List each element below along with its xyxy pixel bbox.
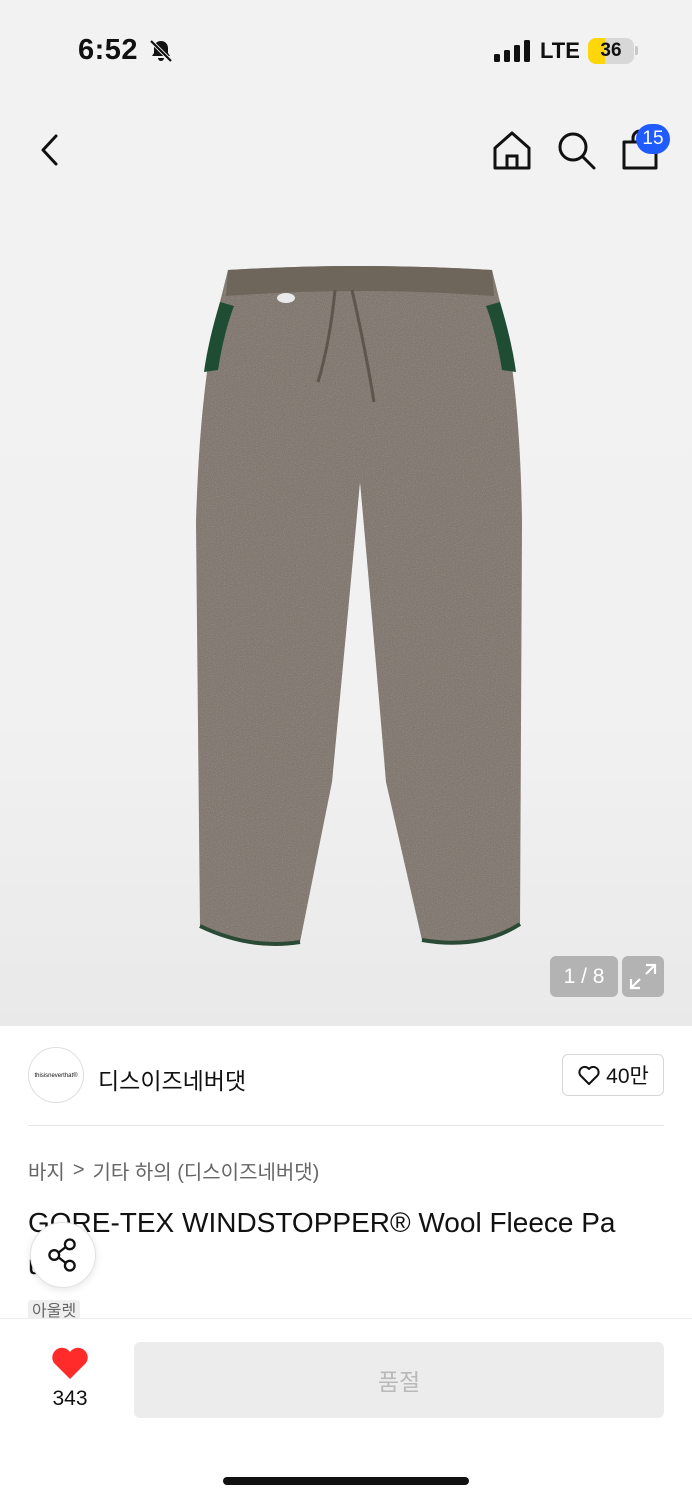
bell-muted-icon bbox=[149, 39, 173, 63]
breadcrumb-subcategory[interactable]: 기타 하의 (디스이즈네버댓) bbox=[93, 1156, 320, 1185]
status-time: 6:52 bbox=[78, 34, 139, 66]
expand-icon bbox=[629, 963, 657, 990]
heart-outline-icon bbox=[578, 1065, 600, 1085]
search-icon bbox=[558, 132, 596, 170]
divider bbox=[28, 1125, 664, 1126]
home-indicator bbox=[223, 1477, 469, 1485]
cart-count-badge: 15 bbox=[636, 124, 670, 154]
search-button[interactable] bbox=[554, 128, 598, 172]
brand-logo[interactable]: thisisneverthat® bbox=[28, 1047, 84, 1103]
share-icon bbox=[48, 1238, 76, 1272]
battery-icon: 36 bbox=[588, 38, 634, 64]
product-image[interactable] bbox=[190, 262, 530, 948]
home-button[interactable] bbox=[490, 128, 534, 172]
chevron-left-icon bbox=[41, 134, 58, 166]
network-label: LTE bbox=[540, 38, 580, 63]
brand-like-count: 40만 bbox=[606, 1065, 649, 1088]
sold-out-button[interactable]: 품절 bbox=[134, 1342, 664, 1418]
like-button[interactable] bbox=[48, 1345, 92, 1381]
heart-filled-icon bbox=[52, 1347, 88, 1379]
breadcrumb-category[interactable]: 바지 bbox=[28, 1156, 65, 1185]
like-count: 343 bbox=[52, 1387, 88, 1410]
home-icon bbox=[493, 131, 531, 170]
expand-image-button[interactable] bbox=[622, 956, 664, 997]
breadcrumb: 바지 > 기타 하의 (디스이즈네버댓) bbox=[28, 1156, 319, 1185]
breadcrumb-separator: > bbox=[72, 1159, 85, 1181]
back-button[interactable] bbox=[30, 128, 74, 172]
brand-name[interactable]: 디스이즈네버댓 bbox=[98, 1062, 246, 1096]
signal-icon bbox=[494, 40, 530, 62]
battery-nub bbox=[635, 46, 638, 55]
brand-like-button[interactable]: 40만 bbox=[562, 1054, 664, 1096]
image-counter: 1 / 8 bbox=[550, 956, 618, 997]
battery-percent: 36 bbox=[600, 40, 622, 61]
product-title: GORE-TEX WINDSTOPPER® Wool Fleece Pa ud bbox=[28, 1207, 616, 1280]
share-button[interactable] bbox=[30, 1222, 96, 1288]
